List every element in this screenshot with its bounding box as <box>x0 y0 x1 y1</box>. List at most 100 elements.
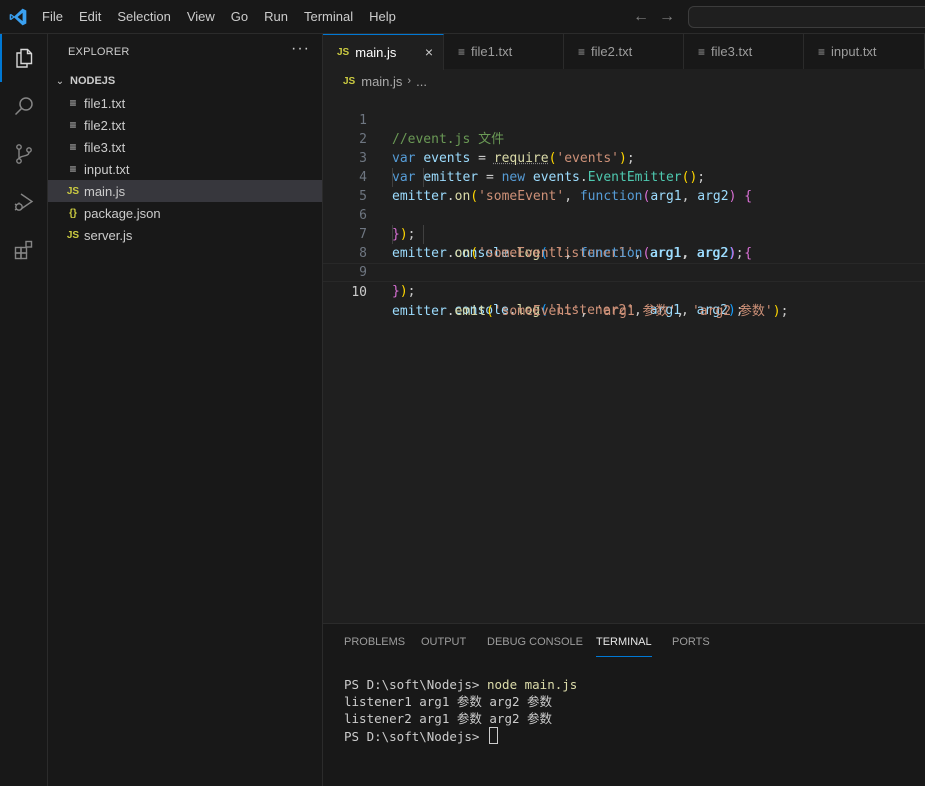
code-text: }); <box>392 284 416 299</box>
breadcrumb: JS main.js › ... <box>323 70 925 92</box>
terminal-prompt: PS D:\soft\Nodejs> <box>344 677 487 692</box>
text-file-icon: ≡ <box>578 44 586 59</box>
code-text: emitter.emit('someEvent', 'arg1 参数', 'ar… <box>392 304 789 319</box>
back-arrow-icon[interactable]: ← <box>633 9 649 25</box>
code-line: 2 var events = require('events'); <box>323 111 925 166</box>
js-file-icon: JS <box>343 75 356 87</box>
file-item-file2[interactable]: ≡ file2.txt <box>48 114 322 136</box>
menu-terminal[interactable]: Terminal <box>296 0 361 34</box>
text-file-icon: ≡ <box>698 44 706 59</box>
text-file-icon: ≡ <box>818 44 826 59</box>
vscode-logo-icon[interactable] <box>8 7 28 27</box>
code-line: 1 //event.js 文件 <box>323 92 925 147</box>
indent-guide <box>423 225 424 244</box>
terminal-prompt: PS D:\soft\Nodejs> <box>344 729 487 744</box>
terminal-line: PS D:\soft\Nodejs> node main.js <box>344 676 577 693</box>
tab-label: file2.txt <box>591 44 633 59</box>
menu-edit[interactable]: Edit <box>71 0 109 34</box>
text-file-icon: ≡ <box>458 44 466 59</box>
menu-run[interactable]: Run <box>256 0 296 34</box>
file-name: file3.txt <box>84 139 126 155</box>
menu-view[interactable]: View <box>179 0 223 34</box>
js-file-icon: JS <box>66 185 80 197</box>
close-icon[interactable]: × <box>425 44 433 60</box>
tab-label: main.js <box>355 45 397 60</box>
file-name: input.txt <box>84 161 130 177</box>
command-center-search[interactable] <box>688 6 925 28</box>
tab-ports[interactable]: PORTS <box>672 636 710 648</box>
folder-name: NODEJS <box>70 75 116 87</box>
menu-go[interactable]: Go <box>223 0 256 34</box>
line-number: 10 <box>351 285 367 300</box>
tab-file1[interactable]: ≡ file1.txt <box>444 34 564 69</box>
indent-guide <box>392 168 393 187</box>
menu-selection[interactable]: Selection <box>109 0 178 34</box>
breadcrumb-symbols[interactable]: ... <box>416 74 427 89</box>
file-name: package.json <box>84 205 161 221</box>
file-item-file3[interactable]: ≡ file3.txt <box>48 136 322 158</box>
js-file-icon: JS <box>66 229 80 241</box>
tab-output[interactable]: OUTPUT <box>421 636 466 648</box>
file-name: server.js <box>84 227 133 243</box>
file-name: main.js <box>84 183 126 199</box>
terminal-line: listener1 arg1 参数 arg2 参数 <box>344 694 553 709</box>
json-file-icon: {} <box>69 207 77 219</box>
extensions-icon[interactable] <box>0 226 48 274</box>
tab-file3[interactable]: ≡ file3.txt <box>684 34 804 69</box>
file-name: file2.txt <box>84 117 126 133</box>
text-file-icon: ≡ <box>69 140 77 154</box>
tab-problems[interactable]: PROBLEMS <box>344 636 405 648</box>
run-debug-icon[interactable] <box>0 178 48 226</box>
code-line: 3 var emitter = new events.EventEmitter(… <box>323 130 925 185</box>
indent-guide <box>423 168 424 187</box>
text-file-icon: ≡ <box>69 118 77 132</box>
tab-debug-console[interactable]: DEBUG CONSOLE <box>487 636 583 648</box>
file-item-file1[interactable]: ≡ file1.txt <box>48 92 322 114</box>
explorer-title: EXPLORER <box>68 46 130 58</box>
title-bar: File Edit Selection View Go Run Terminal… <box>0 0 925 34</box>
terminal-line: PS D:\soft\Nodejs> <box>344 727 577 744</box>
chevron-down-icon: ⌄ <box>55 75 65 87</box>
tab-main-js[interactable]: JS main.js × <box>323 34 444 70</box>
tab-label: file1.txt <box>471 44 513 59</box>
activity-bar <box>0 34 48 786</box>
folder-header[interactable]: ⌄ NODEJS <box>48 70 322 92</box>
tab-file2[interactable]: ≡ file2.txt <box>564 34 684 69</box>
file-item-server-js[interactable]: JS server.js <box>48 224 322 246</box>
more-actions-icon[interactable]: ··· <box>291 40 310 58</box>
search-icon[interactable] <box>0 82 48 130</box>
code-line: 5 console.log('listener1', arg1, arg2); <box>323 168 925 261</box>
menu-help[interactable]: Help <box>361 0 404 34</box>
menu-bar: File Edit Selection View Go Run Terminal… <box>34 0 404 34</box>
terminal-line: listener2 arg1 参数 arg2 参数 <box>344 711 553 726</box>
source-control-icon[interactable] <box>0 130 48 178</box>
file-item-input[interactable]: ≡ input.txt <box>48 158 322 180</box>
chevron-right-icon: › <box>407 75 412 87</box>
file-item-package-json[interactable]: {} package.json <box>48 202 322 224</box>
tab-label: input.txt <box>831 44 877 59</box>
tab-input[interactable]: ≡ input.txt <box>804 34 925 69</box>
forward-arrow-icon[interactable]: → <box>659 9 675 25</box>
terminal-output[interactable]: PS D:\soft\Nodejs> node main.js listener… <box>344 676 577 744</box>
breadcrumb-file[interactable]: main.js <box>361 74 402 89</box>
code-line: 6 }); <box>323 187 925 242</box>
code-editor[interactable]: 1 //event.js 文件 2 var events = require('… <box>323 92 925 623</box>
explorer-icon[interactable] <box>0 34 48 82</box>
tab-label: file3.txt <box>711 44 753 59</box>
text-file-icon: ≡ <box>69 96 77 110</box>
code-line: 7 emitter.on('someEvent', function(arg1,… <box>323 206 925 261</box>
explorer-sidebar: EXPLORER ··· ⌄ NODEJS ≡ file1.txt ≡ file… <box>48 34 323 786</box>
bottom-panel: PROBLEMS OUTPUT DEBUG CONSOLE TERMINAL P… <box>323 623 925 786</box>
js-file-icon: JS <box>337 47 350 58</box>
code-line-current: 10 emitter.emit('someEvent', 'arg1 参数', … <box>323 263 925 319</box>
file-item-main-js[interactable]: JS main.js <box>48 180 322 202</box>
text-file-icon: ≡ <box>69 162 77 176</box>
editor-tab-bar: JS main.js × ≡ file1.txt ≡ file2.txt ≡ f… <box>323 34 925 70</box>
terminal-cursor <box>489 727 498 744</box>
code-line: 8 console.log('listener2', arg1, arg2); <box>323 225 925 318</box>
terminal-command: node main.js <box>487 677 578 692</box>
indent-guide <box>392 225 393 244</box>
tab-terminal[interactable]: TERMINAL <box>596 636 652 657</box>
code-line: 9 }); <box>323 244 925 299</box>
menu-file[interactable]: File <box>34 0 71 34</box>
